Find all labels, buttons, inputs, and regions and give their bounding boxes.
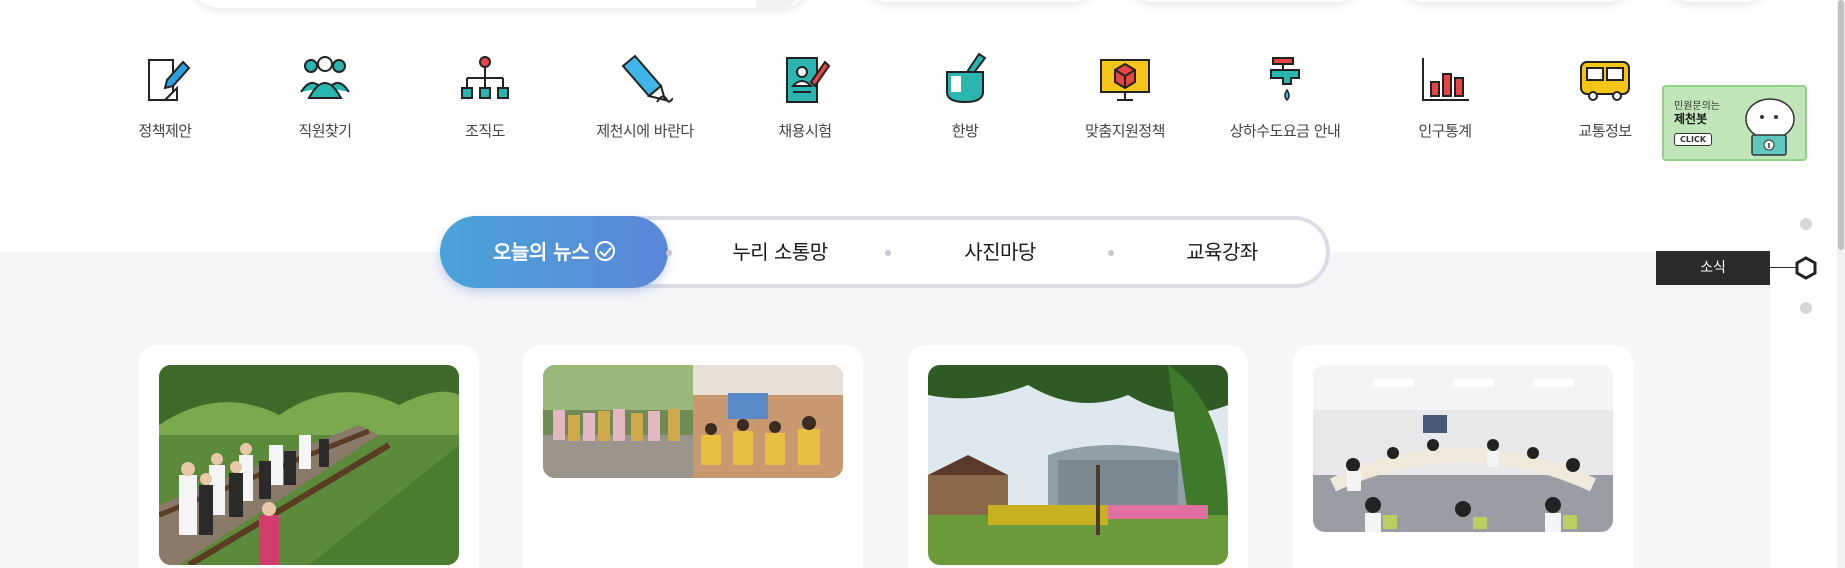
- hexagon-icon[interactable]: [1794, 256, 1818, 280]
- scrollbar-thumb[interactable]: [1838, 0, 1844, 250]
- quick-item-water-fee[interactable]: 상하수도요금 안내: [1205, 52, 1365, 141]
- quick-item-org-chart[interactable]: 조직도: [405, 52, 565, 141]
- tab-social-media[interactable]: 누리 소통망: [670, 220, 890, 284]
- top-card-2[interactable]: [1125, 0, 1365, 2]
- tab-education[interactable]: 교육강좌: [1112, 220, 1332, 284]
- quick-item-label: 제천시에 바란다: [596, 122, 694, 140]
- quick-menu: 정책제안 직원찾기 조직도 제천시에 바란다 채용시험 한방 맞춤지원정책 상하…: [108, 52, 1638, 152]
- quick-item-traffic[interactable]: 교통정보: [1525, 52, 1685, 141]
- banner-click-badge: CLICK: [1674, 133, 1713, 146]
- banner-line2: 제천봇: [1674, 112, 1708, 126]
- news-thumbnail: [543, 365, 843, 478]
- top-card-1[interactable]: [860, 0, 1100, 2]
- page: 정책제안 직원찾기 조직도 제천시에 바란다 채용시험 한방 맞춤지원정책 상하…: [0, 0, 1845, 568]
- tab-label: 사진마당: [964, 240, 1036, 264]
- news-card[interactable]: [139, 345, 479, 568]
- policy-proposal-icon: [148, 59, 191, 101]
- tab-todays-news[interactable]: 오늘의 뉴스: [440, 216, 668, 288]
- news-thumbnail: [928, 365, 1228, 565]
- bus-icon: [1580, 61, 1630, 101]
- bar-chart-icon: [1422, 58, 1469, 101]
- news-thumbnail: [159, 365, 459, 565]
- news-card[interactable]: [523, 345, 863, 568]
- quick-item-herbal[interactable]: 한방: [885, 52, 1045, 141]
- quick-item-find-staff[interactable]: 직원찾기: [245, 52, 405, 141]
- recruitment-exam-icon: [786, 57, 831, 103]
- side-nav-label: 소식: [1656, 251, 1770, 285]
- top-card-3[interactable]: [1395, 0, 1635, 2]
- tab-label: 누리 소통망: [732, 240, 828, 264]
- quick-item-label: 한방: [951, 122, 979, 140]
- tab-label: 교육강좌: [1186, 240, 1258, 264]
- quick-item-suggestions[interactable]: 제천시에 바란다: [565, 52, 725, 141]
- find-staff-icon: [300, 56, 350, 99]
- search-button[interactable]: [756, 0, 800, 8]
- quick-item-label: 채용시험: [778, 122, 832, 140]
- page-scrollbar[interactable]: [1837, 0, 1845, 568]
- tab-label: 오늘의 뉴스: [493, 240, 589, 264]
- news-card[interactable]: [1293, 345, 1633, 568]
- quick-item-population[interactable]: 인구통계: [1365, 52, 1525, 141]
- quick-item-label: 맞춤지원정책: [1085, 122, 1165, 140]
- news-thumbnail: [1313, 365, 1613, 532]
- side-nav-connector: [1760, 267, 1798, 268]
- quick-item-label: 조직도: [465, 122, 505, 140]
- mortar-icon: [946, 52, 987, 104]
- water-tap-icon: [1270, 57, 1300, 102]
- quick-item-label: 정책제안: [138, 122, 192, 140]
- chatbot-mascot-icon: [1745, 98, 1795, 156]
- quick-item-label: 교통정보: [1578, 122, 1632, 140]
- top-card-4[interactable]: [1662, 0, 1772, 2]
- quick-item-label: 상하수도요금 안내: [1229, 122, 1341, 140]
- chatbot-banner[interactable]: 민원문의는 제천봇 CLICK: [1662, 85, 1807, 161]
- quick-item-recruitment[interactable]: 채용시험: [725, 52, 885, 141]
- pencil-icon: [621, 54, 673, 103]
- side-nav-dot[interactable]: [1800, 302, 1812, 314]
- search-bar[interactable]: [190, 0, 810, 8]
- quick-item-label: 직원찾기: [298, 122, 352, 140]
- quick-item-policy-proposal[interactable]: 정책제안: [85, 52, 245, 141]
- content-tabs: 오늘의 뉴스 누리 소통망 사진마당 교육강좌: [440, 216, 1330, 288]
- quick-item-label: 인구통계: [1418, 122, 1472, 140]
- quick-item-support-policy[interactable]: 맞춤지원정책: [1045, 52, 1205, 141]
- monitor-package-icon: [1100, 59, 1150, 101]
- news-card[interactable]: [908, 345, 1248, 568]
- tab-photo-gallery[interactable]: 사진마당: [890, 220, 1110, 284]
- check-circle-icon: [594, 241, 615, 261]
- side-nav-dot[interactable]: [1800, 218, 1812, 230]
- org-chart-icon: [461, 56, 509, 99]
